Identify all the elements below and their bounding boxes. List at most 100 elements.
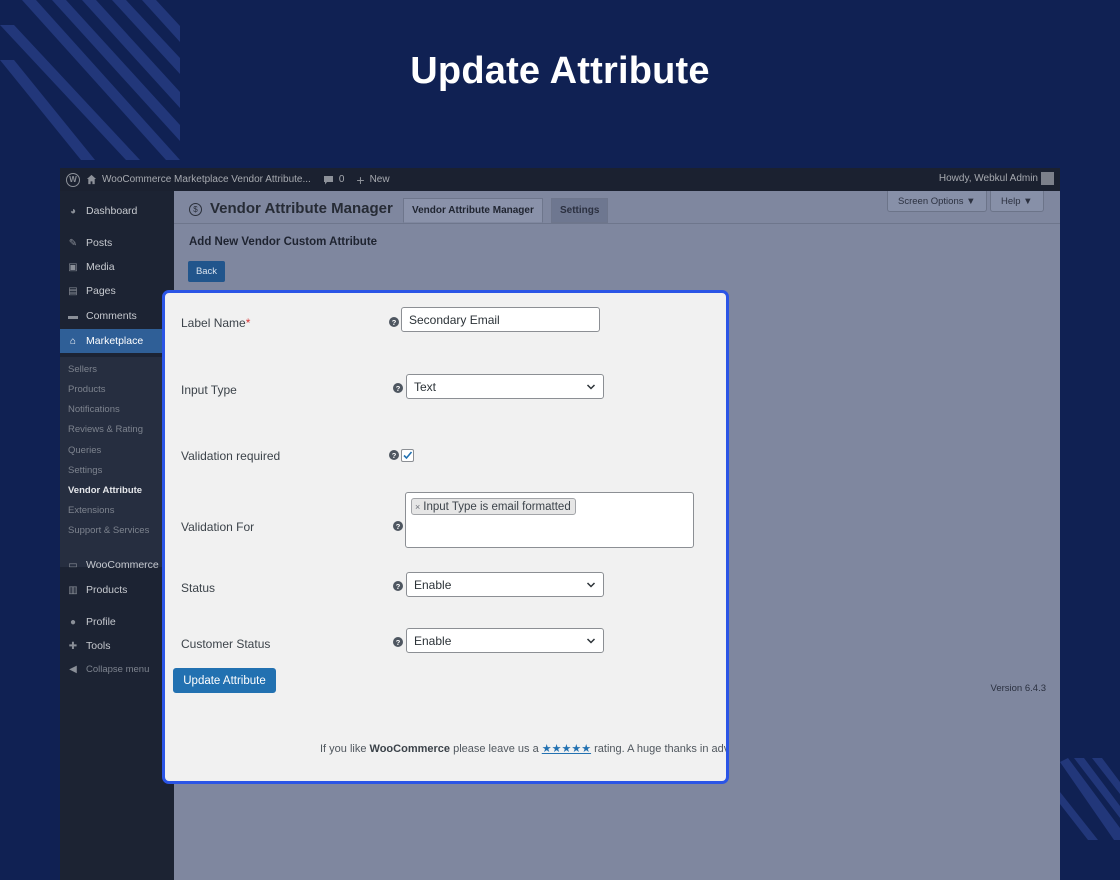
woocommerce-icon: ▭	[68, 559, 78, 571]
back-button[interactable]: Back	[188, 261, 225, 282]
admin-sidebar: ◕ Dashboard ✎ Posts ▣ Media ▤ Pages ▬ Co…	[60, 191, 174, 880]
status-select[interactable]: Enable	[406, 572, 604, 597]
menu-profile[interactable]: ● Profile	[60, 611, 174, 633]
submenu-extensions[interactable]: Extensions	[68, 505, 114, 516]
label-name-label: Label Name*	[181, 316, 250, 330]
site-name-link[interactable]: WooCommerce Marketplace Vendor Attribute…	[86, 174, 311, 185]
site-name: WooCommerce Marketplace Vendor Attribute…	[102, 174, 311, 185]
hero-title: Update Attribute	[410, 50, 710, 92]
help-icon[interactable]: ?	[393, 383, 403, 393]
menu-woocommerce[interactable]: ▭ WooCommerce	[60, 554, 174, 576]
wrench-icon: ✚	[68, 640, 78, 652]
pages-icon: ▤	[68, 285, 78, 297]
rating-stars-link[interactable]: ★★★★★	[542, 743, 591, 755]
menu-media[interactable]: ▣ Media	[60, 256, 174, 278]
comments-link[interactable]: 0	[323, 174, 345, 185]
customer-status-value: Enable	[414, 633, 452, 648]
menu-label: Marketplace	[86, 335, 144, 347]
submenu-products[interactable]: Products	[68, 384, 106, 395]
new-label: New	[369, 174, 390, 185]
menu-marketplace[interactable]: ⌂ Marketplace	[60, 329, 174, 353]
menu-label: Tools	[86, 640, 111, 652]
menu-collapse[interactable]: ◀ Collapse menu	[60, 658, 174, 680]
menu-label: Pages	[86, 285, 116, 297]
decorative-stripes-bottom-right	[1060, 758, 1120, 840]
checkmark-icon	[403, 451, 413, 460]
comment-icon: ▬	[68, 310, 78, 322]
howdy-user[interactable]: Howdy, Webkul Admin	[939, 173, 1038, 184]
menu-label: Posts	[86, 237, 113, 249]
submenu-notifications[interactable]: Notifications	[68, 404, 120, 415]
collapse-icon: ◀	[69, 663, 77, 675]
validation-for-multiselect[interactable]: × Input Type is email formatted	[405, 492, 694, 548]
help-icon[interactable]: ?	[393, 637, 403, 647]
plus-icon: +	[356, 171, 365, 188]
help-icon[interactable]: ?	[389, 317, 399, 327]
help-button[interactable]: Help ▼	[990, 191, 1044, 212]
comment-icon	[323, 175, 333, 184]
footer-rating-text: If you like WooCommerce please leave us …	[320, 742, 729, 755]
menu-label: Profile	[86, 616, 116, 628]
customer-status-label: Customer Status	[181, 637, 271, 651]
new-content-link[interactable]: + New	[356, 172, 389, 188]
input-type-label: Input Type	[181, 383, 237, 397]
store-icon: ⌂	[69, 335, 77, 347]
menu-label: Media	[86, 261, 115, 273]
avatar[interactable]	[1041, 172, 1054, 185]
required-mark: *	[245, 316, 251, 330]
help-icon[interactable]: ?	[393, 581, 403, 591]
pin-icon: ✎	[68, 237, 78, 249]
input-type-select[interactable]: Text	[406, 374, 604, 399]
validation-required-checkbox[interactable]	[401, 449, 414, 462]
submenu-sellers[interactable]: Sellers	[68, 364, 97, 375]
validation-required-label: Validation required	[181, 449, 281, 463]
submenu-support-services[interactable]: Support & Services	[68, 525, 149, 536]
selected-token: × Input Type is email formatted	[411, 498, 576, 515]
submenu-vendor-attribute[interactable]: Vendor Attribute	[68, 485, 142, 496]
menu-label: Products	[86, 584, 128, 596]
footer-middle: please leave us a	[450, 743, 542, 755]
submenu-reviews-rating[interactable]: Reviews & Rating	[68, 424, 143, 435]
input-type-value: Text	[414, 379, 437, 394]
label-name-input[interactable]	[401, 307, 600, 332]
tabs-divider	[174, 223, 1060, 224]
chevron-down-icon	[586, 384, 596, 390]
footer-brand: WooCommerce	[369, 743, 451, 755]
menu-tools[interactable]: ✚ Tools	[60, 635, 174, 657]
admin-bar: W WooCommerce Marketplace Vendor Attribu…	[60, 168, 1060, 191]
status-label: Status	[181, 581, 216, 595]
page-title: Vendor Attribute Manager	[210, 200, 393, 217]
menu-products[interactable]: ▥ Products	[60, 579, 174, 601]
archive-icon: ▥	[68, 584, 78, 596]
version-text: Version 6.4.3	[990, 683, 1046, 694]
submenu-queries[interactable]: Queries	[68, 445, 101, 456]
help-icon[interactable]: ?	[393, 521, 403, 531]
update-attribute-button[interactable]: Update Attribute	[173, 668, 276, 693]
menu-label: Collapse menu	[86, 663, 150, 675]
footer-prefix: If you like	[320, 743, 370, 755]
customer-status-select[interactable]: Enable	[406, 628, 604, 653]
menu-posts[interactable]: ✎ Posts	[60, 232, 174, 254]
section-title: Add New Vendor Custom Attribute	[189, 236, 378, 248]
tab-settings[interactable]: Settings	[551, 198, 609, 223]
wordpress-logo-icon[interactable]: W	[66, 172, 80, 187]
tab-vendor-attribute-manager[interactable]: Vendor Attribute Manager	[403, 198, 543, 223]
menu-label: WooCommerce	[86, 559, 159, 571]
menu-label: Dashboard	[86, 205, 138, 217]
validation-for-label: Validation For	[181, 520, 255, 534]
chevron-down-icon	[586, 582, 596, 588]
menu-pages[interactable]: ▤ Pages	[60, 280, 174, 302]
footer-suffix: rating. A huge thanks in adva	[591, 743, 729, 755]
marketplace-submenu: Sellers Products Notifications Reviews &…	[60, 357, 174, 567]
remove-token-icon[interactable]: ×	[415, 502, 420, 512]
label-name-text: Label Name	[181, 316, 246, 330]
menu-dashboard[interactable]: ◕ Dashboard	[60, 200, 174, 222]
menu-comments[interactable]: ▬ Comments	[60, 305, 174, 327]
user-icon: ●	[69, 616, 77, 628]
comments-count: 0	[338, 174, 345, 185]
token-label: Input Type is email formatted	[423, 500, 571, 513]
submenu-settings[interactable]: Settings	[68, 465, 102, 476]
help-icon[interactable]: ?	[389, 450, 399, 460]
screen-options-button[interactable]: Screen Options ▼	[887, 191, 987, 212]
media-icon: ▣	[68, 261, 78, 273]
